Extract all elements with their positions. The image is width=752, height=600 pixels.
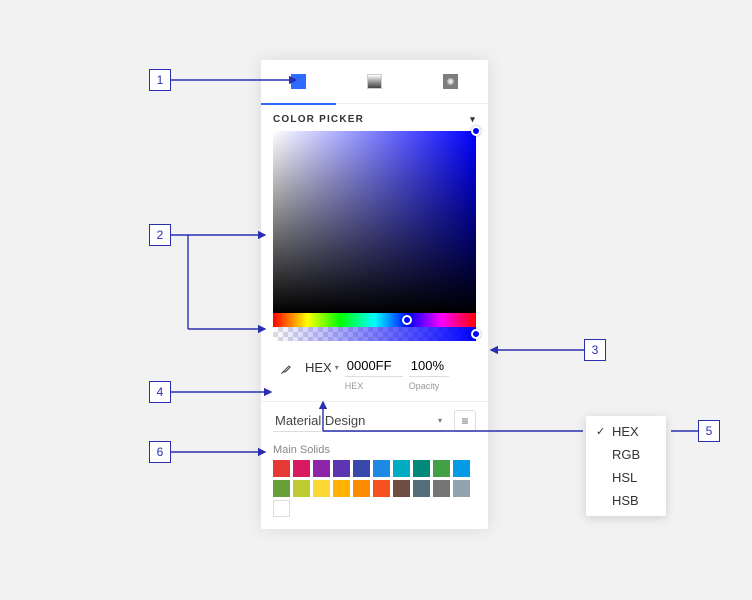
chevron-down-icon: ▾ — [470, 114, 476, 125]
color-format-dropdown: ✓ HEX RGB HSL HSB — [586, 416, 666, 516]
swatch[interactable] — [393, 480, 410, 497]
hex-field[interactable] — [345, 355, 403, 377]
hex-field-label: HEX — [345, 381, 403, 391]
section-title: COLOR PICKER — [273, 114, 364, 125]
swatch[interactable] — [313, 480, 330, 497]
format-option-label: RGB — [612, 447, 640, 462]
opacity-field-label: Opacity — [409, 381, 449, 391]
tab-solid[interactable] — [261, 60, 336, 104]
swatch[interactable] — [413, 460, 430, 477]
color-format-select[interactable]: HEX ▾ — [305, 355, 339, 379]
alpha-thumb[interactable] — [471, 329, 481, 339]
hue-slider[interactable] — [273, 313, 476, 327]
check-icon: ✓ — [596, 425, 606, 438]
eyedropper-icon[interactable] — [273, 355, 299, 383]
sv-thumb[interactable] — [471, 126, 481, 136]
swatch[interactable] — [353, 480, 370, 497]
format-option-label: HSL — [612, 470, 637, 485]
swatch[interactable] — [373, 460, 390, 477]
color-picker-panel: COLOR PICKER ▾ HEX ▾ HEX Opacity — [261, 60, 488, 529]
section-header[interactable]: COLOR PICKER ▾ — [261, 104, 488, 131]
format-option[interactable]: ✓ HEX — [586, 420, 666, 443]
format-selected-label: HEX — [305, 360, 332, 375]
list-toggle-button[interactable]: ≡ — [454, 410, 476, 432]
format-option[interactable]: HSL — [586, 466, 666, 489]
hue-thumb[interactable] — [402, 315, 412, 325]
alpha-slider[interactable] — [273, 327, 476, 341]
annotation-marker: 5 — [698, 420, 720, 442]
gradient-icon — [367, 74, 382, 89]
format-option-label: HSB — [612, 493, 639, 508]
swatch[interactable] — [353, 460, 370, 477]
swatch-group-title: Main Solids — [261, 436, 488, 460]
swatch[interactable] — [433, 460, 450, 477]
format-option[interactable]: HSB — [586, 489, 666, 512]
swatch-grid — [261, 460, 488, 529]
palette-row: Material Design ▾ ≡ — [261, 402, 488, 436]
swatch[interactable] — [413, 480, 430, 497]
swatch-empty[interactable] — [273, 500, 290, 517]
format-option-label: HEX — [612, 424, 639, 439]
palette-select[interactable]: Material Design ▾ — [273, 410, 444, 432]
palette-selected-label: Material Design — [275, 413, 365, 428]
annotation-marker: 3 — [584, 339, 606, 361]
swatch[interactable] — [433, 480, 450, 497]
swatch[interactable] — [373, 480, 390, 497]
format-option[interactable]: RGB — [586, 443, 666, 466]
saturation-value-area[interactable] — [273, 131, 476, 313]
annotation-marker: 4 — [149, 381, 171, 403]
annotation-marker: 1 — [149, 69, 171, 91]
value-inputs-row: HEX ▾ HEX Opacity — [261, 341, 488, 395]
swatch[interactable] — [333, 460, 350, 477]
swatch[interactable] — [273, 480, 290, 497]
swatch[interactable] — [273, 460, 290, 477]
swatch[interactable] — [453, 480, 470, 497]
annotation-marker: 6 — [149, 441, 171, 463]
solid-icon — [291, 74, 306, 89]
tab-gradient[interactable] — [337, 60, 412, 104]
swatch[interactable] — [333, 480, 350, 497]
opacity-field[interactable] — [409, 355, 449, 377]
radial-icon — [443, 74, 458, 89]
picker-mode-tabs — [261, 60, 488, 104]
swatch[interactable] — [293, 480, 310, 497]
swatch[interactable] — [393, 460, 410, 477]
annotation-marker: 2 — [149, 224, 171, 246]
swatch[interactable] — [313, 460, 330, 477]
swatch[interactable] — [453, 460, 470, 477]
list-icon: ≡ — [461, 414, 468, 428]
chevron-down-icon: ▾ — [335, 363, 339, 372]
chevron-down-icon: ▾ — [438, 416, 442, 425]
swatch[interactable] — [293, 460, 310, 477]
tab-radial[interactable] — [413, 60, 488, 104]
